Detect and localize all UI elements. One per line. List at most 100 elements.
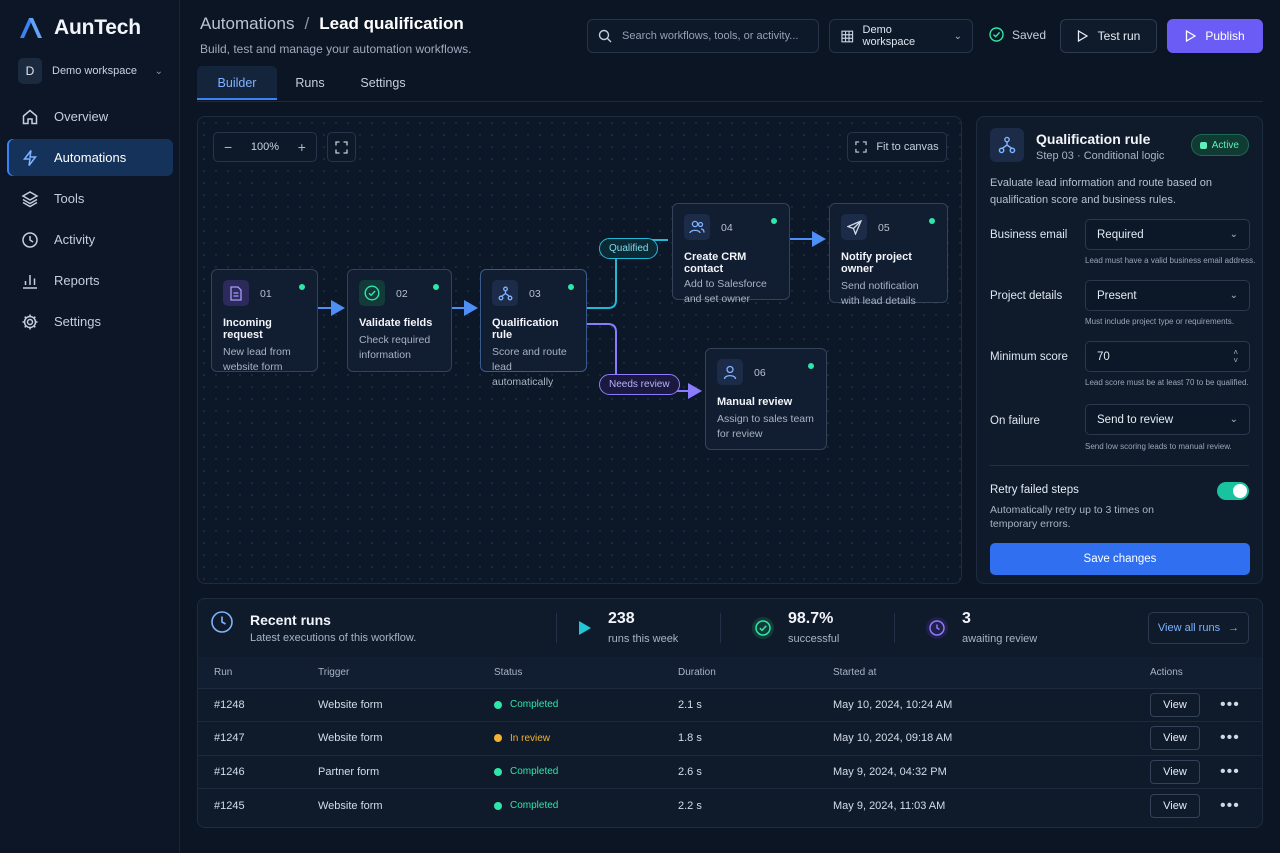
cell-duration: 1.8 s (678, 732, 702, 745)
status-indicator: Completed (494, 800, 678, 811)
workflow-node-create-crm-contact[interactable]: 04 Create CRM contact Add to Salesforce a… (672, 203, 790, 305)
tab-builder[interactable]: Builder (197, 66, 277, 100)
branch-icon (498, 286, 512, 300)
test-run-button[interactable]: Test run (1060, 19, 1157, 53)
publish-button[interactable]: Publish (1167, 19, 1263, 53)
sidebar-item-activity[interactable]: Activity (7, 221, 173, 258)
cell-started-at: May 9, 2024, 04:32 PM (833, 765, 947, 778)
column-header-started-at: Started at (833, 666, 877, 678)
sidebar-item-settings[interactable]: Settings (7, 303, 173, 340)
breadcrumb: Automations / Lead qualification (200, 14, 471, 34)
workflow-node-qualification-rule[interactable]: 03 Qualification rule Score and route lea… (480, 269, 587, 388)
lock-icon (1199, 141, 1207, 149)
minimum-score-stepper[interactable]: 70 ˄ ˅ (1085, 341, 1250, 372)
workflow-node-validate-fields[interactable]: 02 Validate fields Check required informa… (347, 269, 452, 372)
status-badge-label: Active (1211, 139, 1239, 151)
workflow-node-manual-review[interactable]: 06 Manual review Assign to sales team for… (705, 348, 827, 450)
status-label: In review (510, 732, 551, 744)
cell-started-at: May 9, 2024, 11:03 AM (833, 799, 946, 812)
project-details-select[interactable]: Present ⌄ (1085, 280, 1250, 311)
cell-status: Completed (494, 755, 678, 789)
document-icon (230, 285, 242, 301)
auntech-logo-icon (20, 18, 42, 38)
node-step-number: 03 (529, 288, 541, 300)
lightning-icon (22, 149, 38, 166)
app-name: AunTech (54, 16, 141, 39)
table-row[interactable]: #1246 Partner form Completed 2.6 s May 9, 20… (198, 755, 1262, 789)
node-description: Add to Salesforce and set owner (684, 278, 767, 305)
logo[interactable]: AunTech (18, 16, 141, 40)
table-row[interactable]: #1245 Website form Completed 2.2 s May 9, 20… (198, 788, 1262, 823)
divider (894, 613, 895, 643)
cell-trigger: Website form (318, 799, 383, 812)
save-changes-button[interactable]: Save changes (990, 543, 1250, 575)
table-row[interactable]: #1248 Website form Completed 2.1 s May 10, 2… (198, 688, 1262, 722)
more-options-icon[interactable]: ••• (1220, 729, 1240, 747)
more-options-icon[interactable]: ••• (1220, 763, 1240, 781)
sidebar-item-label: Overview (54, 109, 109, 124)
tab-runs[interactable]: Runs (281, 66, 339, 100)
step-config-panel: Qualification rule Step 03 · Conditional… (976, 116, 1263, 584)
users-icon (689, 220, 705, 234)
node-status-dot (808, 363, 814, 369)
search-input[interactable] (622, 30, 812, 42)
node-title: Notify project owner (841, 251, 912, 275)
tab-settings[interactable]: Settings (349, 66, 417, 100)
breadcrumb-parent[interactable]: Automations (200, 14, 295, 34)
sidebar-item-label: Activity (54, 232, 96, 247)
table-row[interactable]: #1247 Website form In review 1.8 s May 10, 2… (198, 721, 1262, 756)
retry-toggle[interactable] (1217, 482, 1249, 500)
view-run-button[interactable]: View (1150, 759, 1200, 784)
play-icon (1186, 30, 1197, 42)
more-options-icon[interactable]: ••• (1220, 696, 1240, 714)
view-run-button[interactable]: View (1150, 726, 1200, 751)
sidebar: AunTech D Demo workspace ⌄ Overview Auto… (0, 0, 180, 853)
node-icon-box (492, 280, 518, 306)
sidebar-item-reports[interactable]: Reports (7, 262, 173, 299)
status-indicator: Completed (494, 699, 678, 710)
more-options-icon[interactable]: ••• (1220, 797, 1240, 815)
recent-runs-title: Recent runs (250, 612, 331, 628)
status-dot (494, 801, 502, 810)
page-title: Lead qualification (319, 14, 464, 33)
status-badge: Active (1190, 134, 1249, 156)
divider (990, 465, 1249, 466)
chevron-down-icon: ⌄ (154, 65, 163, 77)
panel-subtitle: Step 03 · Conditional logic (1036, 150, 1165, 162)
stat-runs-value: 238 (608, 610, 635, 627)
node-icon-box (684, 214, 710, 240)
status-dot (494, 700, 502, 709)
stepper-arrows-icon[interactable]: ˄ ˅ (1233, 348, 1238, 365)
check-circle-icon (364, 285, 380, 301)
field-label-minimum-score: Minimum score (990, 351, 1068, 363)
business-email-select[interactable]: Required ⌄ (1085, 219, 1250, 250)
workflow-node-notify-project-owner[interactable]: 05 Notify project owner Send notificatio… (829, 203, 948, 307)
on-failure-select[interactable]: Send to review ⌄ (1085, 404, 1250, 435)
runs-table: Run Trigger Status Duration Started at A… (198, 657, 1262, 822)
retry-description: Automatically retry up to 3 times on tem… (990, 504, 1154, 530)
page-header: Automations / Lead qualification Build, … (200, 14, 471, 56)
sidebar-item-automations[interactable]: Automations (7, 139, 173, 176)
node-status-dot (568, 284, 574, 290)
edge-label-qualified: Qualified (599, 238, 659, 259)
view-all-runs-button[interactable]: View all runs → (1148, 612, 1249, 644)
bar-chart-icon (23, 274, 37, 289)
workflow-canvas[interactable]: − 100% + Fit to canvas Qualified Needs r… (197, 116, 962, 584)
view-run-button[interactable]: View (1150, 692, 1200, 717)
panel-description: Evaluate lead information and route base… (990, 177, 1212, 206)
panel-title: Qualification rule (1036, 131, 1151, 147)
saved-label: Saved (1012, 27, 1047, 42)
workspace-switcher[interactable]: D Demo workspace ⌄ (18, 58, 163, 84)
search-box[interactable] (587, 19, 819, 53)
view-run-button[interactable]: View (1150, 793, 1200, 818)
field-hint: Send low scoring leads to manual review. (1085, 442, 1232, 451)
chevron-down-icon: ⌄ (1229, 414, 1238, 425)
cell-trigger: Website form (318, 698, 383, 711)
sidebar-item-tools[interactable]: Tools (7, 180, 173, 217)
workspace-select[interactable]: Demo workspace ⌄ (829, 19, 973, 53)
sidebar-nav: Overview Automations Tools Activity Repo… (7, 98, 173, 344)
sidebar-item-overview[interactable]: Overview (7, 98, 173, 135)
test-run-label: Test run (1097, 29, 1141, 43)
node-title: Qualification rule (492, 317, 559, 341)
workflow-node-incoming-request[interactable]: 01 Incoming request New lead from website… (211, 269, 318, 373)
